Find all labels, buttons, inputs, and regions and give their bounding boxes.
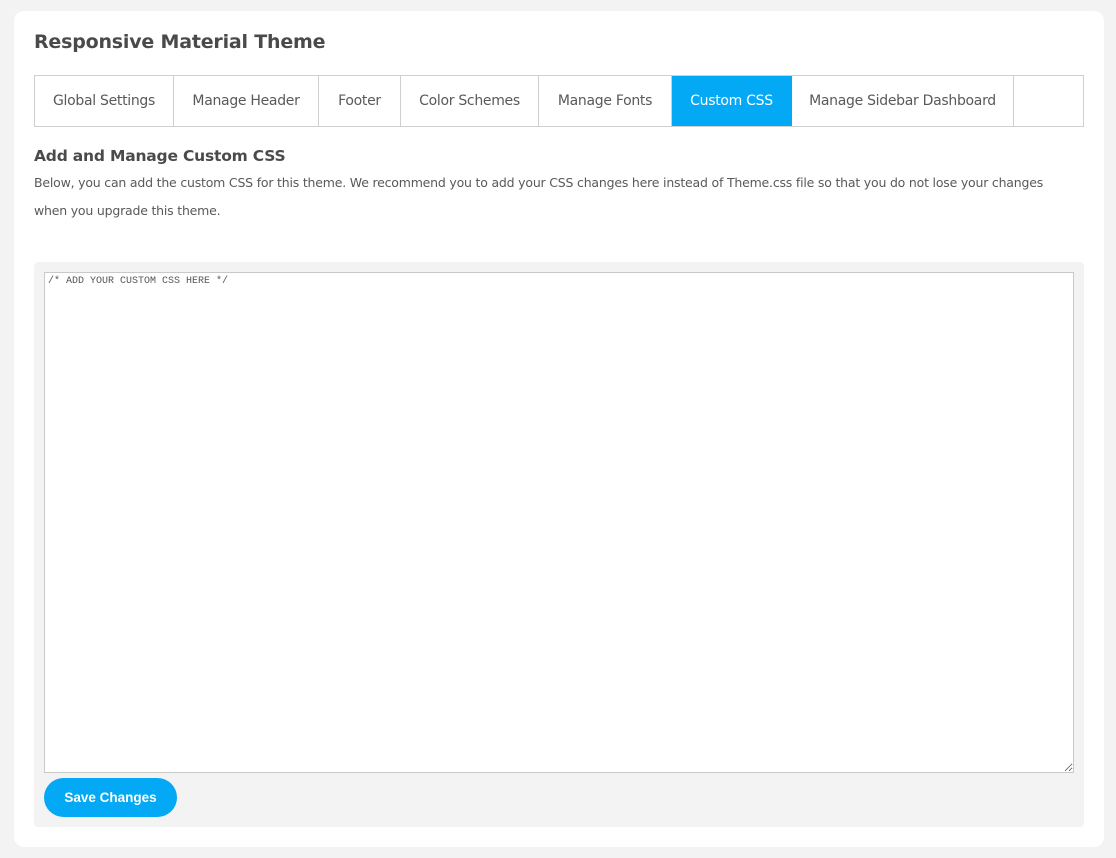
save-changes-button[interactable]: Save Changes (44, 778, 177, 817)
tab-custom-css[interactable]: Custom CSS (672, 76, 792, 126)
tab-footer[interactable]: Footer (319, 76, 401, 126)
custom-css-textarea[interactable]: /* ADD YOUR CUSTOM CSS HERE */ (44, 272, 1074, 773)
tab-manage-sidebar-dashboard[interactable]: Manage Sidebar Dashboard (792, 76, 1014, 126)
tab-manage-fonts[interactable]: Manage Fonts (539, 76, 672, 126)
settings-card: Responsive Material Theme Global Setting… (14, 11, 1104, 847)
settings-tabs: Global Settings Manage Header Footer Col… (34, 75, 1084, 127)
section-description: Below, you can add the custom CSS for th… (34, 175, 1044, 218)
custom-css-panel: /* ADD YOUR CUSTOM CSS HERE */ Save Chan… (34, 262, 1084, 827)
page-title: Responsive Material Theme (34, 31, 326, 53)
section-heading: Add and Manage Custom CSS (34, 147, 286, 165)
tab-manage-header[interactable]: Manage Header (174, 76, 319, 126)
tab-spacer (1014, 76, 1083, 126)
tab-color-schemes[interactable]: Color Schemes (401, 76, 539, 126)
tab-global-settings[interactable]: Global Settings (35, 76, 174, 126)
